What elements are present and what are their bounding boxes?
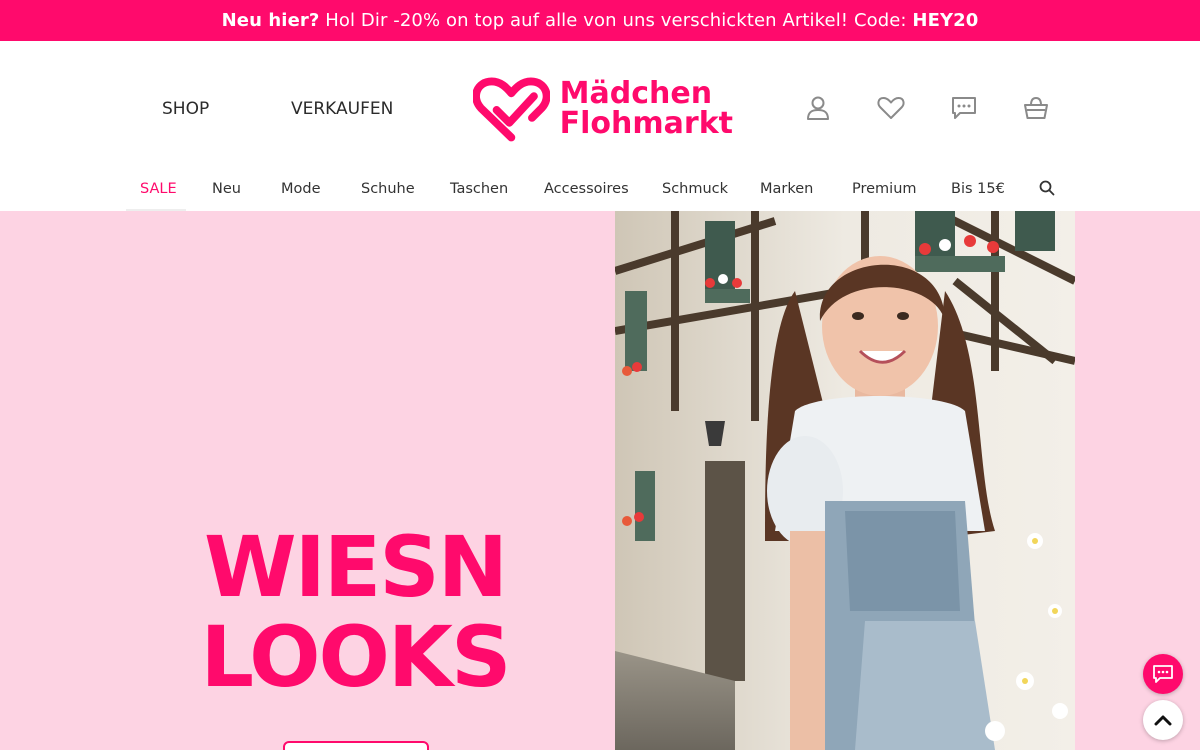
- logo-wordmark: Mädchen Flohmarkt: [560, 79, 733, 139]
- hero-photo: [615, 211, 1075, 750]
- hero-cta-button[interactable]: [283, 741, 429, 750]
- site-header: SHOP VERKAUFEN Mädchen Flohmarkt: [0, 41, 1200, 171]
- chat-bubble-icon: [1153, 665, 1173, 683]
- user-icon: [807, 96, 829, 120]
- hero-title-line-1: WIESN: [203, 518, 508, 616]
- category-search-button[interactable]: [1039, 180, 1055, 200]
- category-schuhe[interactable]: Schuhe: [361, 181, 415, 197]
- site-logo[interactable]: Mädchen Flohmarkt: [473, 74, 733, 144]
- category-taschen[interactable]: Taschen: [450, 181, 508, 197]
- heart-icon: [877, 97, 905, 119]
- nav-shop-link[interactable]: SHOP: [162, 99, 209, 119]
- hero-title-line-2: LOOKS: [200, 608, 512, 706]
- category-schmuck[interactable]: Schmuck: [662, 181, 728, 197]
- scroll-to-top-button[interactable]: [1143, 700, 1183, 740]
- wishlist-button[interactable]: [876, 93, 906, 123]
- hero-banner[interactable]: WIESN LOOKS: [0, 211, 1200, 750]
- promo-lead: Neu hier?: [221, 10, 320, 31]
- chat-float-button[interactable]: [1143, 654, 1183, 694]
- search-icon: [1039, 180, 1055, 196]
- nav-sell-link[interactable]: VERKAUFEN: [291, 99, 393, 119]
- chevron-up-icon: [1154, 715, 1172, 726]
- heart-check-logo-icon: [473, 77, 550, 142]
- promo-banner[interactable]: Neu hier? Hol Dir -20% on top auf alle v…: [0, 0, 1200, 41]
- messages-button[interactable]: [949, 93, 979, 123]
- category-premium[interactable]: Premium: [852, 181, 917, 197]
- category-mode[interactable]: Mode: [281, 181, 321, 197]
- category-neu[interactable]: Neu: [212, 181, 241, 197]
- category-bis-15[interactable]: Bis 15€: [951, 181, 1005, 197]
- category-marken[interactable]: Marken: [760, 181, 813, 197]
- logo-line-1: Mädchen: [559, 76, 713, 111]
- logo-line-2: Flohmarkt: [559, 106, 733, 141]
- category-accessoires[interactable]: Accessoires: [544, 181, 629, 197]
- cart-button[interactable]: [1021, 93, 1051, 123]
- hero-photo-illustration: [615, 211, 1075, 750]
- category-nav: SALE Neu Mode Schuhe Taschen Accessoires…: [0, 171, 1200, 211]
- basket-icon: [1024, 96, 1048, 119]
- chat-icon: [952, 97, 976, 119]
- account-button[interactable]: [803, 93, 833, 123]
- promo-code: HEY20: [912, 10, 979, 31]
- category-sale[interactable]: SALE: [140, 181, 177, 197]
- promo-text: Neu hier? Hol Dir -20% on top auf alle v…: [222, 10, 979, 31]
- promo-body: Hol Dir -20% on top auf alle von uns ver…: [319, 10, 913, 31]
